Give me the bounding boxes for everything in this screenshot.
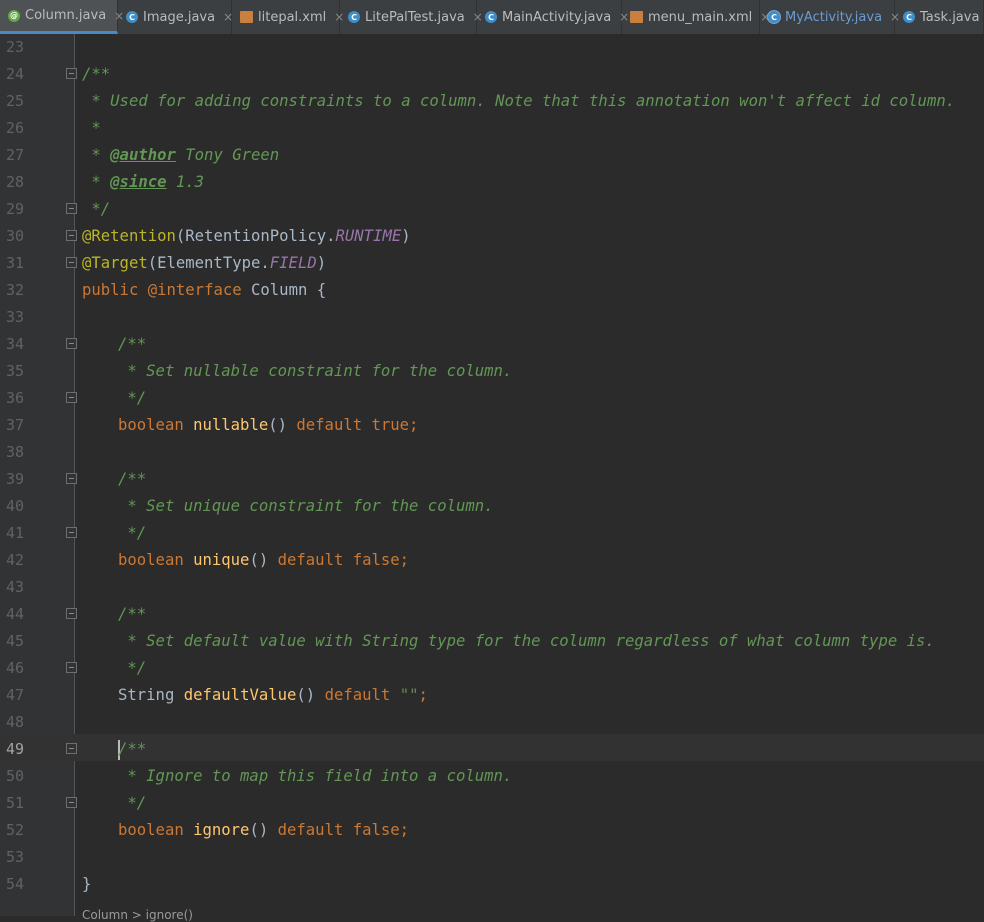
- breadcrumb[interactable]: Column > ignore(): [82, 908, 193, 922]
- code-line-52: boolean ignore() default false;: [118, 821, 410, 839]
- fold-toggle-icon[interactable]: [66, 662, 77, 673]
- line-number: 38: [6, 443, 25, 461]
- code-line-26: *: [82, 119, 101, 137]
- line-number: 45: [6, 632, 25, 650]
- code-line-27: * @author Tony Green: [82, 146, 280, 164]
- code-line-39: /**: [118, 470, 147, 488]
- line-number: 25: [6, 92, 25, 110]
- fold-toggle-icon[interactable]: [66, 203, 77, 214]
- fold-toggle-icon[interactable]: [66, 338, 77, 349]
- line-number: 31: [6, 254, 25, 272]
- line-number: 42: [6, 551, 25, 569]
- current-line-number: 49: [6, 740, 25, 758]
- code-line-41: */: [118, 524, 147, 542]
- code-line-29: */: [82, 200, 111, 218]
- line-number: 40: [6, 497, 25, 515]
- tab-myactivity-java[interactable]: C MyActivity.java ×: [760, 0, 900, 34]
- fold-toggle-icon[interactable]: [66, 473, 77, 484]
- line-number: 36: [6, 389, 25, 407]
- code-line-44: /**: [118, 605, 147, 623]
- line-number: 54: [6, 875, 25, 893]
- line-number: 50: [6, 767, 25, 785]
- line-number: 30: [6, 227, 25, 245]
- tab-mainactivity-java[interactable]: C MainActivity.java ×: [477, 0, 629, 34]
- code-line-30: @Retention(RetentionPolicy.RUNTIME): [82, 227, 411, 245]
- line-number: 28: [6, 173, 25, 191]
- code-line-25: * Used for adding constraints to a colum…: [82, 92, 956, 110]
- line-number: 44: [6, 605, 25, 623]
- line-number: 39: [6, 470, 25, 488]
- code-line-42: boolean unique() default false;: [118, 551, 410, 569]
- code-line-45: * Set default value with String type for…: [118, 632, 935, 650]
- line-number: 41: [6, 524, 25, 542]
- tab-column-java[interactable]: @ Column.java ×: [0, 0, 124, 34]
- line-number: 32: [6, 281, 25, 299]
- fold-toggle-icon[interactable]: [66, 797, 77, 808]
- editor-tab-bar: @ Column.java × C Image.java × litepal.x…: [0, 0, 984, 35]
- code-line-32: public @interface Column {: [82, 281, 327, 299]
- tab-litepaltest-java[interactable]: C LitePalTest.java ×: [340, 0, 483, 34]
- line-number: 53: [6, 848, 25, 866]
- tab-task-java[interactable]: C Task.java: [895, 0, 984, 34]
- fold-toggle-icon[interactable]: [66, 527, 77, 538]
- code-line-47: String defaultValue() default "";: [118, 686, 428, 704]
- tab-image-java[interactable]: C Image.java ×: [118, 0, 233, 34]
- code-line-40: * Set unique constraint for the column.: [118, 497, 494, 515]
- line-number: 47: [6, 686, 25, 704]
- line-number: 26: [6, 119, 25, 137]
- code-line-37: boolean nullable() default true;: [118, 416, 419, 434]
- current-line-highlight: [0, 734, 984, 761]
- code-line-36: */: [118, 389, 147, 407]
- code-line-24: /**: [82, 65, 111, 83]
- fold-toggle-icon[interactable]: [66, 392, 77, 403]
- tab-menu-main-xml[interactable]: menu_main.xml ×: [622, 0, 770, 34]
- line-number: 46: [6, 659, 25, 677]
- xml-icon: [240, 11, 253, 23]
- code-line-28: * @since 1.3: [82, 173, 205, 191]
- line-number: 37: [6, 416, 25, 434]
- code-line-31: @Target(ElementType.FIELD): [82, 254, 327, 272]
- line-number: 27: [6, 146, 25, 164]
- code-line-35: * Set nullable constraint for the column…: [118, 362, 513, 380]
- code-line-49: /**: [118, 739, 147, 760]
- class-icon: C: [485, 11, 497, 23]
- code-line-34: /**: [118, 335, 147, 353]
- fold-toggle-icon[interactable]: [66, 230, 77, 241]
- class-icon: C: [903, 11, 915, 23]
- fold-toggle-icon[interactable]: [66, 68, 77, 79]
- line-number: 33: [6, 308, 25, 326]
- activity-class-icon: C: [768, 11, 780, 23]
- line-number: 29: [6, 200, 25, 218]
- code-line-54: }: [82, 875, 92, 893]
- line-number: 48: [6, 713, 25, 731]
- line-number: 34: [6, 335, 25, 353]
- code-line-50: * Ignore to map this field into a column…: [118, 767, 513, 785]
- fold-toggle-icon[interactable]: [66, 608, 77, 619]
- line-number: 24: [6, 65, 25, 83]
- line-number: 35: [6, 362, 25, 380]
- line-number: 43: [6, 578, 25, 596]
- xml-icon: [630, 11, 643, 23]
- tab-litepal-xml[interactable]: litepal.xml ×: [232, 0, 344, 34]
- line-number: 23: [6, 38, 25, 56]
- class-icon: C: [126, 11, 138, 23]
- fold-toggle-icon[interactable]: [66, 743, 77, 754]
- line-number: 52: [6, 821, 25, 839]
- code-line-51: */: [118, 794, 147, 812]
- annotation-icon: @: [8, 9, 20, 22]
- fold-toggle-icon[interactable]: [66, 257, 77, 268]
- class-icon: C: [348, 11, 360, 23]
- code-line-46: */: [118, 659, 147, 677]
- line-number: 51: [6, 794, 25, 812]
